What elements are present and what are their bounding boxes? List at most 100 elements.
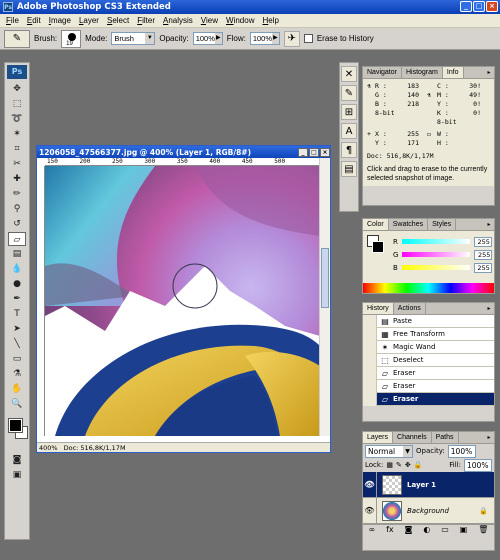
brush-tool-icon[interactable]: ✏ (8, 187, 26, 201)
history-item[interactable]: ⬚ Deselect (363, 353, 494, 367)
notes-tool-icon[interactable]: ▭ (8, 352, 26, 366)
maximize-button[interactable]: □ (473, 1, 485, 12)
scrollbar-thumb[interactable] (321, 248, 329, 308)
lock-transparent-icon[interactable]: ▦ (386, 461, 393, 469)
layer-opacity-field[interactable]: 100% (447, 444, 476, 458)
lock-position-icon[interactable]: ✥ (405, 461, 411, 469)
panel-menu-icon[interactable]: ▸ (484, 432, 494, 443)
doc-close-button[interactable]: × (320, 147, 330, 157)
menu-image[interactable]: Image (45, 16, 75, 25)
menu-edit[interactable]: Edit (23, 16, 45, 25)
new-group-icon[interactable]: ▭ (441, 525, 449, 536)
menu-select[interactable]: Select (103, 16, 133, 25)
panel-menu-icon[interactable]: ▸ (484, 303, 494, 314)
brushes-icon[interactable]: ✎ (341, 85, 357, 101)
red-value[interactable]: 255 (473, 236, 492, 247)
delete-layer-icon[interactable]: 🗑 (478, 525, 488, 536)
history-item[interactable]: ▤ Paste (363, 314, 494, 328)
blur-tool-icon[interactable]: 💧 (8, 262, 26, 276)
flow-field[interactable]: 100% ▶ (249, 32, 280, 45)
foreground-color-swatch[interactable] (8, 418, 23, 433)
eraser-tool-icon[interactable]: ▱ (8, 232, 26, 246)
green-slider[interactable] (402, 252, 471, 257)
eye-icon[interactable]: 👁 (363, 497, 377, 524)
color-swatches[interactable] (7, 417, 28, 447)
layer-mask-icon[interactable]: ◙ (405, 525, 413, 536)
quick-mask-icon[interactable]: ◙ (8, 453, 26, 467)
tools-preset-icon[interactable]: ✕ (341, 66, 357, 82)
blend-mode-dropdown[interactable]: Normal ▼ (365, 444, 413, 458)
layer-style-icon[interactable]: fx (386, 525, 394, 536)
tab-histogram[interactable]: Histogram (402, 67, 443, 78)
screen-mode-icon[interactable]: ▣ (8, 468, 26, 482)
path-selection-tool-icon[interactable]: ➤ (8, 322, 26, 336)
fill-field[interactable]: 100% (464, 458, 492, 472)
move-tool-icon[interactable]: ✥ (8, 82, 26, 96)
lock-all-icon[interactable]: 🔒 (414, 461, 423, 469)
tab-paths[interactable]: Paths (432, 432, 459, 443)
menu-view[interactable]: View (197, 16, 222, 25)
tab-layers[interactable]: Layers (363, 432, 394, 443)
menu-help[interactable]: Help (258, 16, 282, 25)
lasso-tool-icon[interactable]: ➰ (8, 112, 26, 126)
menu-file[interactable]: File (2, 16, 23, 25)
history-item[interactable]: ▱ Eraser (363, 379, 494, 393)
panel-menu-icon[interactable]: ▸ (484, 67, 494, 78)
blue-slider[interactable] (401, 265, 470, 270)
doc-maximize-button[interactable]: □ (309, 147, 319, 157)
zoom-tool-icon[interactable]: 🔍 (8, 397, 26, 411)
eye-icon[interactable]: 👁 (363, 471, 377, 498)
history-item[interactable]: ✶ Magic Wand (363, 340, 494, 354)
tab-swatches[interactable]: Swatches (389, 219, 429, 230)
tab-history[interactable]: History (363, 303, 394, 314)
shape-tool-icon[interactable]: ╲ (8, 337, 26, 351)
layer-comps-icon[interactable]: ▤ (341, 161, 357, 177)
healing-brush-tool-icon[interactable]: ✚ (8, 172, 26, 186)
magic-wand-tool-icon[interactable]: ✶ (8, 127, 26, 141)
tab-color[interactable]: Color (363, 219, 389, 230)
color-background-swatch[interactable] (372, 241, 384, 253)
minimize-button[interactable]: _ (460, 1, 472, 12)
image-canvas[interactable] (45, 166, 320, 436)
doc-minimize-button[interactable]: _ (298, 147, 308, 157)
hand-tool-icon[interactable]: ✋ (8, 382, 26, 396)
tab-actions[interactable]: Actions (394, 303, 426, 314)
menu-filter[interactable]: Filter (133, 16, 159, 25)
tab-navigator[interactable]: Navigator (363, 67, 402, 78)
character-icon[interactable]: A (341, 123, 357, 139)
type-tool-icon[interactable]: T (8, 307, 26, 321)
tool-preset-picker[interactable]: ✎ (4, 29, 30, 48)
history-brush-tool-icon[interactable]: ↺ (8, 217, 26, 231)
marquee-tool-icon[interactable]: ⬚ (8, 97, 26, 111)
green-value[interactable]: 255 (474, 249, 493, 260)
menu-layer[interactable]: Layer (75, 16, 103, 25)
menu-window[interactable]: Window (222, 16, 258, 25)
layer-name[interactable]: Layer 1 (407, 481, 436, 489)
brush-picker[interactable]: 19 (61, 29, 82, 48)
red-slider[interactable] (401, 239, 470, 244)
new-layer-icon[interactable]: ▣ (460, 525, 468, 536)
layer-row[interactable]: 👁 Layer 1 (363, 471, 494, 498)
layer-name[interactable]: Background (407, 507, 449, 515)
panel-menu-icon[interactable]: ▸ (484, 219, 494, 230)
link-layers-icon[interactable]: ∞ (368, 525, 375, 536)
history-item-selected[interactable]: ▱ Eraser (363, 392, 494, 406)
tab-channels[interactable]: Channels (393, 432, 432, 443)
tab-styles[interactable]: Styles (428, 219, 457, 230)
airbrush-toggle-icon[interactable]: ✈ (283, 30, 300, 47)
layer-row[interactable]: 👁 Background 🔒 (363, 497, 494, 524)
paragraph-icon[interactable]: ¶ (341, 142, 357, 158)
zoom-level[interactable]: 400% (39, 444, 58, 452)
history-item[interactable]: ▦ Free Transform (363, 327, 494, 341)
clone-stamp-tool-icon[interactable]: ⚲ (8, 202, 26, 216)
adjustment-layer-icon[interactable]: ◐ (423, 525, 430, 536)
lock-image-icon[interactable]: ✎ (396, 461, 402, 469)
close-button[interactable]: × (486, 1, 498, 12)
mode-dropdown[interactable]: Brush ▼ (111, 32, 156, 45)
opacity-field[interactable]: 100% ▶ (192, 32, 223, 45)
clone-source-icon[interactable]: ⊞ (341, 104, 357, 120)
dodge-tool-icon[interactable]: ● (8, 277, 26, 291)
tab-info[interactable]: Info (442, 67, 464, 78)
crop-tool-icon[interactable]: ⌗ (8, 142, 26, 156)
gradient-tool-icon[interactable]: ▤ (8, 247, 26, 261)
